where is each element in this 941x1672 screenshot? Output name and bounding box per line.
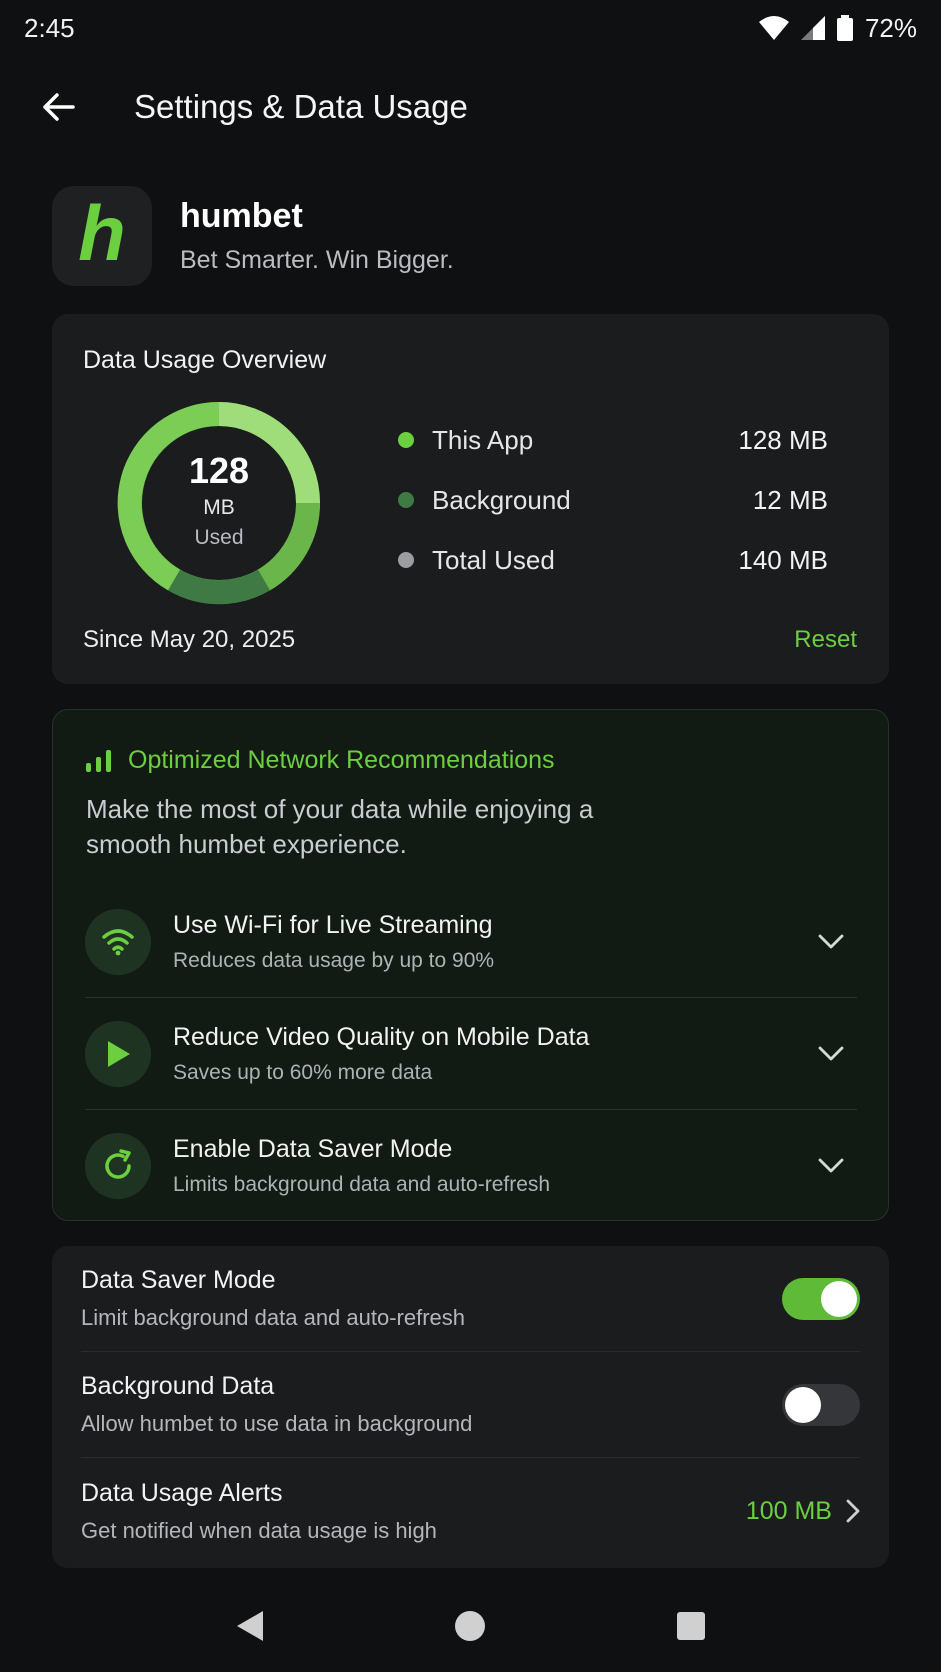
alert-threshold-value: 100 MB (745, 1496, 832, 1525)
nav-home-icon (455, 1611, 486, 1641)
legend-row-background: Background 12 MB (398, 470, 828, 530)
app-info: h humbet Bet Smarter. Win Bigger. (52, 186, 454, 286)
usage-legend: This App 128 MB Background 12 MB Total U… (398, 410, 828, 590)
recommendation-subtitle: Limits background data and auto-refresh (173, 1173, 551, 1196)
legend-label: Total Used (432, 544, 555, 575)
toggle-knob (785, 1386, 821, 1423)
status-time: 2:45 (24, 12, 75, 43)
app-text: humbet Bet Smarter. Win Bigger. (180, 197, 454, 275)
toggle-knob (821, 1280, 857, 1317)
legend-dot (398, 552, 414, 568)
setting-data-alerts[interactable]: Data Usage Alerts Get notified when data… (81, 1458, 860, 1564)
legend-row-this-app: This App 128 MB (398, 410, 828, 470)
recommendations-title: Optimized Network Recommendations (128, 746, 555, 774)
page-title: Settings & Data Usage (134, 88, 468, 125)
battery-icon (836, 15, 853, 41)
nav-recents-button[interactable] (661, 1596, 721, 1656)
wifi-status-icon (758, 16, 789, 40)
recommendations-card: Optimized Network Recommendations Make t… (52, 709, 889, 1221)
refresh-icon (85, 1133, 151, 1199)
nav-back-button[interactable] (220, 1596, 280, 1656)
usage-since-date: Since May 20, 2025 (83, 626, 296, 653)
legend-dot (398, 492, 414, 508)
setting-text: Background Data Allow humbet to use data… (81, 1372, 782, 1437)
cell-signal-icon (800, 16, 825, 40)
battery-percent: 72% (864, 12, 917, 43)
legend-label: Background (432, 484, 571, 515)
chevron-right-icon (846, 1499, 860, 1523)
app-logo-letter: h (78, 189, 126, 277)
setting-background-data: Background Data Allow humbet to use data… (81, 1352, 860, 1458)
recommendation-subtitle: Saves up to 60% more data (173, 1060, 433, 1084)
recommendation-title: Use Wi-Fi for Live Streaming (173, 910, 493, 939)
recommendation-subtitle: Reduces data usage by up to 90% (173, 948, 495, 972)
status-icons: 72% (758, 12, 917, 44)
recommendation-item-data-saver[interactable]: Enable Data Saver Mode Limits background… (85, 1110, 857, 1222)
recommendation-title: Enable Data Saver Mode (173, 1135, 453, 1163)
reset-button[interactable]: Reset (794, 626, 857, 654)
legend-value: 128 MB (738, 424, 828, 455)
recommendation-item-video-quality[interactable]: Reduce Video Quality on Mobile Data Save… (85, 998, 857, 1110)
signal-bars-icon (86, 749, 111, 772)
app-logo: h (52, 186, 152, 286)
setting-title: Data Saver Mode (81, 1266, 276, 1294)
recommendation-text: Enable Data Saver Mode Limits background… (173, 1135, 811, 1197)
setting-subtitle: Get notified when data usage is high (81, 1517, 437, 1543)
background-data-toggle[interactable] (782, 1383, 860, 1426)
recommendations-header: Optimized Network Recommendations (86, 746, 555, 775)
app-name: humbet (180, 197, 303, 235)
status-bar: 2:45 72% (0, 0, 941, 56)
settings-card: Data Saver Mode Limit background data an… (52, 1246, 889, 1568)
wifi-icon (85, 908, 151, 975)
legend-value: 140 MB (738, 544, 828, 575)
usage-value: 128 (188, 450, 250, 491)
setting-text: Data Saver Mode Limit background data an… (81, 1266, 782, 1331)
recommendations-list: Use Wi-Fi for Live Streaming Reduces dat… (85, 886, 857, 1222)
recommendation-text: Reduce Video Quality on Mobile Data Save… (173, 1023, 811, 1085)
setting-subtitle: Limit background data and auto-refresh (81, 1305, 466, 1330)
setting-text: Data Usage Alerts Get notified when data… (81, 1479, 746, 1544)
chevron-down-icon[interactable] (811, 922, 851, 962)
arrow-left-icon (43, 93, 75, 121)
setting-title: Background Data (81, 1372, 275, 1400)
setting-subtitle: Allow humbet to use data in background (81, 1411, 473, 1436)
recommendation-text: Use Wi-Fi for Live Streaming Reduces dat… (173, 911, 811, 973)
nav-home-button[interactable] (440, 1596, 500, 1656)
legend-dot (398, 432, 414, 448)
setting-data-saver: Data Saver Mode Limit background data an… (81, 1246, 860, 1352)
nav-recents-icon (676, 1612, 705, 1640)
recommendation-title: Reduce Video Quality on Mobile Data (173, 1022, 590, 1051)
setting-title: Data Usage Alerts (81, 1478, 283, 1507)
recommendation-item-wifi[interactable]: Use Wi-Fi for Live Streaming Reduces dat… (85, 886, 857, 998)
chevron-down-icon[interactable] (811, 1146, 851, 1186)
legend-row-total: Total Used 140 MB (398, 530, 828, 590)
chevron-down-icon[interactable] (811, 1034, 851, 1074)
usage-unit: MB (203, 496, 235, 519)
nav-back-icon (237, 1611, 264, 1641)
system-nav-bar (0, 1590, 941, 1662)
play-icon (85, 1020, 151, 1087)
data-usage-card: Data Usage Overview 128 MB Used This App… (52, 314, 889, 684)
back-button[interactable] (28, 77, 88, 137)
alert-threshold[interactable]: 100 MB (746, 1497, 860, 1526)
usage-label: Used (194, 526, 244, 549)
data-saver-toggle[interactable] (782, 1277, 860, 1320)
legend-value: 12 MB (752, 484, 828, 515)
legend-label: This App (432, 424, 534, 455)
usage-title: Data Usage Overview (83, 346, 327, 374)
top-app-bar: Settings & Data Usage (0, 70, 941, 144)
app-tagline: Bet Smarter. Win Bigger. (180, 246, 454, 274)
donut-center: 128 MB Used (112, 396, 326, 610)
recommendations-description: Make the most of your data while enjoyin… (86, 794, 594, 859)
